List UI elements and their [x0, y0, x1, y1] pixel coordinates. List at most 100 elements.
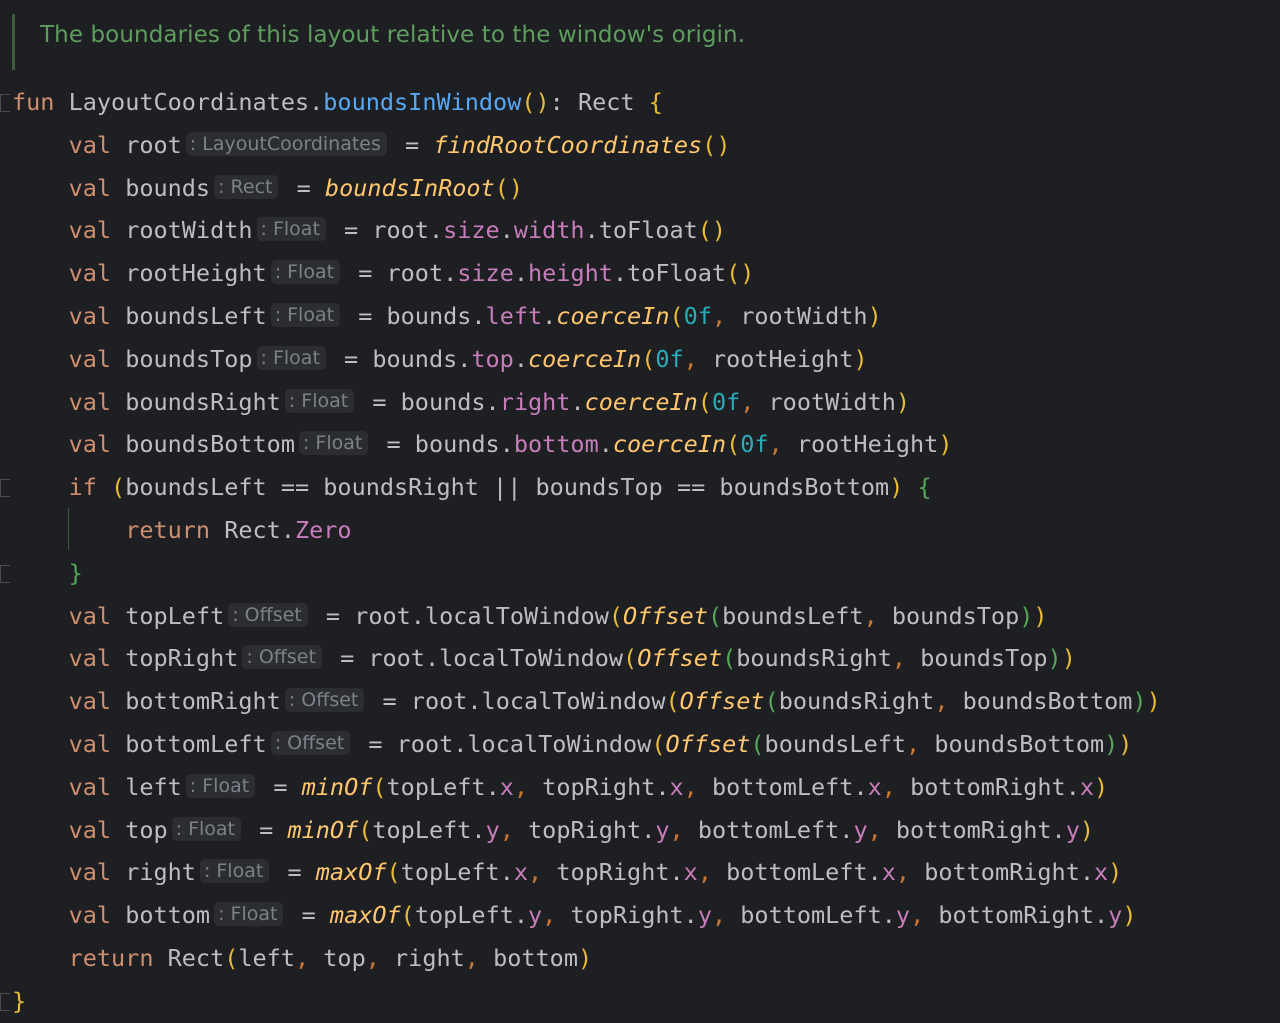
- bracket: }: [12, 986, 27, 1015]
- code-line[interactable]: val boundsRight: Float = bounds.right.co…: [12, 382, 910, 422]
- bracket: {: [917, 473, 932, 502]
- type-inlay-hint: : Offset: [228, 602, 308, 627]
- bracket: ): [1079, 815, 1095, 844]
- code-line[interactable]: val topLeft: Offset = root.localToWindow…: [12, 596, 1048, 636]
- function-call: minOf: [301, 772, 373, 801]
- fold-icon[interactable]: [0, 94, 10, 112]
- identifier: bottomLeft.: [697, 772, 868, 801]
- code-line[interactable]: val top: Float = minOf(topLeft.y, topRig…: [12, 810, 1094, 850]
- code-line[interactable]: val left: Float = minOf(topLeft.x, topRi…: [12, 767, 1109, 807]
- keyword: val: [68, 687, 112, 716]
- code-line[interactable]: }: [12, 553, 83, 593]
- identifier: [12, 388, 69, 416]
- type-inlay-hint: : Float: [199, 859, 270, 884]
- identifier: boundsLeft: [722, 601, 864, 630]
- identifier: root: [111, 130, 182, 159]
- bracket: (: [111, 473, 126, 502]
- comma: ,: [683, 344, 698, 373]
- punctuation: .: [570, 387, 585, 416]
- identifier: rootWidth: [754, 387, 896, 416]
- bracket: ): [1104, 730, 1119, 758]
- code-line[interactable]: val boundsLeft: Float = bounds.left.coer…: [12, 296, 882, 336]
- bracket: (: [641, 344, 656, 373]
- code-line[interactable]: if (boundsLeft == boundsRight || boundsT…: [12, 467, 932, 507]
- property: x: [867, 772, 882, 801]
- identifier: topLeft: [111, 601, 225, 630]
- comma: ,: [365, 944, 380, 972]
- code-line[interactable]: val root: LayoutCoordinates = findRootCo…: [12, 125, 731, 165]
- bracket: (: [651, 730, 666, 758]
- identifier: topRight.: [556, 901, 698, 930]
- code-line[interactable]: val right: Float = maxOf(topLeft.x, topR…: [12, 852, 1123, 892]
- type-inlay-hint: : Float: [185, 773, 256, 798]
- fold-icon[interactable]: [0, 479, 10, 497]
- type-inlay-hint: : Float: [284, 388, 355, 413]
- code-line[interactable]: val rootHeight: Float = root.size.height…: [12, 253, 755, 293]
- fold-icon[interactable]: [0, 565, 10, 583]
- code-editor[interactable]: The boundaries of this layout relative t…: [0, 0, 1280, 1023]
- operator: = bounds.: [372, 430, 514, 459]
- operator: = root.localToWindow: [325, 644, 624, 673]
- comma: ,: [906, 730, 921, 758]
- comma: ,: [697, 858, 712, 887]
- code-line[interactable]: }: [12, 981, 26, 1021]
- identifier: topRight.: [542, 858, 684, 887]
- bracket: ): [1033, 601, 1048, 630]
- identifier: right: [111, 858, 196, 887]
- code-line[interactable]: val boundsBottom: Float = bounds.bottom.…: [12, 424, 953, 464]
- punctuation: .: [542, 302, 557, 330]
- code-line[interactable]: return Rect.Zero: [12, 510, 351, 550]
- code-line[interactable]: val bottomLeft: Offset = root.localToWin…: [12, 724, 1133, 764]
- bracket: (: [722, 644, 737, 673]
- identifier: [12, 345, 69, 373]
- code-line[interactable]: val topRight: Offset = root.localToWindo…: [12, 638, 1076, 678]
- identifier: boundsBottom: [948, 687, 1133, 716]
- code-line[interactable]: fun LayoutCoordinates.boundsInWindow(): …: [12, 82, 663, 122]
- bracket: ): [1094, 772, 1109, 801]
- punctuation: .: [513, 344, 528, 373]
- bracket: (: [372, 772, 387, 801]
- identifier: bottomRight.: [881, 815, 1066, 844]
- property: width: [513, 216, 585, 245]
- property: top: [471, 344, 514, 373]
- comma: ,: [669, 815, 684, 844]
- property: y: [853, 815, 868, 844]
- code-line[interactable]: return Rect(left, top, right, bottom): [12, 938, 593, 978]
- identifier: [12, 174, 69, 202]
- identifier: topRight.: [528, 772, 670, 801]
- identifier: bottom: [478, 944, 578, 972]
- bracket: ): [853, 344, 868, 373]
- identifier: boundsRight: [111, 387, 281, 416]
- property: size: [457, 259, 514, 288]
- number-literal: 0f: [655, 344, 684, 373]
- doc-comment-bar: [12, 14, 15, 70]
- identifier: boundsBottom: [111, 430, 295, 459]
- code-line[interactable]: val bottom: Float = maxOf(topLeft.y, top…: [12, 895, 1137, 935]
- operator: =: [282, 173, 325, 202]
- function-call: maxOf: [315, 858, 387, 887]
- type-inlay-hint: : Rect: [214, 174, 279, 199]
- identifier: bottomRight.: [924, 901, 1109, 930]
- identifier: [97, 473, 111, 501]
- bracket: (: [707, 601, 723, 630]
- property: x: [1094, 858, 1109, 887]
- identifier: rootHeight: [697, 344, 854, 373]
- identifier: [12, 687, 69, 715]
- identifier: left: [238, 944, 295, 972]
- keyword: val: [68, 901, 112, 930]
- operator: =: [273, 858, 316, 887]
- identifier: boundsLeft: [111, 302, 267, 330]
- operator: = root.: [344, 259, 458, 288]
- bracket: (): [697, 216, 727, 245]
- code-line[interactable]: val boundsTop: Float = bounds.top.coerce…: [12, 339, 868, 379]
- identifier: bounds: [111, 173, 211, 202]
- code-line[interactable]: val rootWidth: Float = root.size.width.t…: [12, 210, 726, 250]
- fold-icon[interactable]: [0, 993, 10, 1011]
- identifier: boundsTop: [111, 344, 253, 373]
- comma: ,: [934, 687, 949, 716]
- code-line[interactable]: val bounds: Rect = boundsInRoot(): [12, 168, 523, 208]
- code-line[interactable]: val bottomRight: Offset = root.localToWi…: [12, 681, 1161, 721]
- property: y: [485, 815, 500, 844]
- number-literal: 0f: [711, 387, 741, 416]
- operator: = root.localToWindow: [368, 687, 666, 716]
